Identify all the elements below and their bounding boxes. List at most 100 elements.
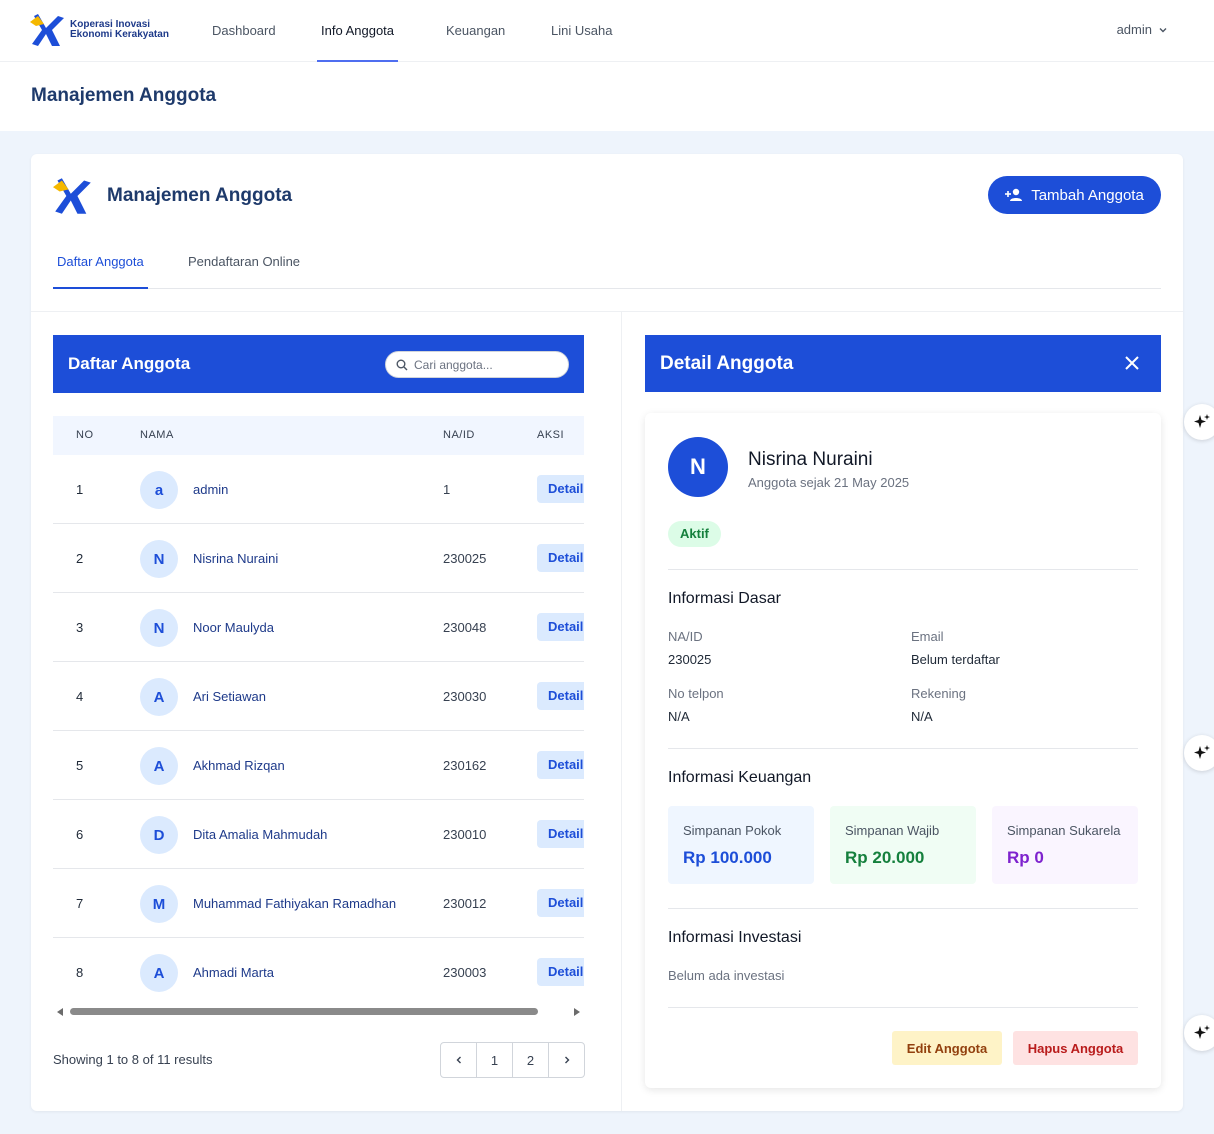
- member-name[interactable]: Noor Maulyda: [193, 620, 274, 635]
- table-header: NO NAMA NA/ID AKSI: [53, 416, 584, 455]
- close-icon[interactable]: [1121, 352, 1143, 374]
- main-card: Manajemen Anggota Tambah Anggota Daftar …: [31, 154, 1183, 1111]
- search-input[interactable]: [414, 357, 554, 372]
- scroll-right-icon[interactable]: [574, 1008, 580, 1016]
- add-member-label: Tambah Anggota: [1031, 186, 1144, 204]
- table-row[interactable]: 5 A Akhmad Rizqan 230162 Detail: [53, 731, 584, 800]
- table-row[interactable]: 1 a admin 1 Detail: [53, 455, 584, 524]
- divider: [668, 569, 1138, 570]
- scrollbar-thumb[interactable]: [70, 1008, 538, 1015]
- member-name[interactable]: Ari Setiawan: [193, 689, 266, 704]
- member-naid: 230012: [443, 896, 487, 911]
- tab-daftar-anggota[interactable]: Daftar Anggota: [53, 244, 148, 289]
- detail-header: Detail Anggota: [645, 335, 1161, 392]
- table-row[interactable]: 6 D Dita Amalia Mahmudah 230010 Detail: [53, 800, 584, 869]
- detail-button[interactable]: Detail: [537, 613, 584, 641]
- col-nama[interactable]: NAMA: [140, 429, 174, 441]
- add-member-button[interactable]: Tambah Anggota: [988, 176, 1161, 214]
- divider: [668, 1007, 1138, 1008]
- member-name[interactable]: Nisrina Nuraini: [193, 551, 278, 566]
- panel-divider: [621, 312, 622, 1111]
- member-naid: 1: [443, 482, 451, 497]
- nav-lini-usaha[interactable]: Lini Usaha: [551, 0, 612, 62]
- detail-button[interactable]: Detail: [537, 820, 584, 848]
- section-divider: [31, 311, 1183, 312]
- ai-assist-button[interactable]: [1184, 1015, 1214, 1051]
- simpanan-sukarela-label: Simpanan Sukarela: [1007, 823, 1121, 838]
- search-box[interactable]: [385, 351, 569, 378]
- page-title: Manajemen Anggota: [31, 85, 217, 106]
- row-no: 5: [76, 758, 84, 773]
- member-name[interactable]: Dita Amalia Mahmudah: [193, 827, 327, 842]
- avatar: A: [140, 747, 178, 785]
- next-page-button[interactable]: [549, 1043, 584, 1077]
- member-name[interactable]: admin: [193, 482, 228, 497]
- ai-assist-button[interactable]: [1184, 735, 1214, 771]
- edit-member-button[interactable]: Edit Anggota: [892, 1031, 1002, 1065]
- member-naid: 230162: [443, 758, 487, 773]
- brand-line-2: Ekonomi Kerakyatan: [70, 29, 169, 40]
- pagination-summary: Showing 1 to 8 of 11 results: [53, 1052, 213, 1067]
- chevron-down-icon: [1159, 27, 1167, 32]
- horizontal-scrollbar[interactable]: [53, 1005, 584, 1019]
- member-avatar: N: [668, 437, 728, 497]
- nav-dashboard[interactable]: Dashboard: [212, 0, 276, 62]
- row-no: 1: [76, 482, 84, 497]
- email-label: Email: [911, 629, 944, 644]
- member-list-title: Daftar Anggota: [68, 354, 191, 373]
- detail-title: Detail Anggota: [660, 353, 794, 374]
- table-row[interactable]: 7 M Muhammad Fathiyakan Ramadhan 230012 …: [53, 869, 584, 938]
- naid-value: 230025: [668, 652, 712, 667]
- table-row[interactable]: 8 A Ahmadi Marta 230003 Detail: [53, 938, 584, 1007]
- detail-button[interactable]: Detail: [537, 544, 584, 572]
- top-navbar: Koperasi Inovasi Ekonomi Kerakyatan Dash…: [0, 0, 1214, 62]
- pagination: 1 2: [440, 1042, 585, 1078]
- row-no: 6: [76, 827, 84, 842]
- table-row[interactable]: 4 A Ari Setiawan 230030 Detail: [53, 662, 584, 731]
- detail-button[interactable]: Detail: [537, 475, 584, 503]
- brand-name: Koperasi Inovasi Ekonomi Kerakyatan: [70, 20, 169, 40]
- detail-button[interactable]: Detail: [537, 958, 584, 986]
- member-naid: 230010: [443, 827, 487, 842]
- row-no: 3: [76, 620, 84, 635]
- member-name[interactable]: Ahmadi Marta: [193, 965, 274, 980]
- basic-info-title: Informasi Dasar: [668, 590, 781, 607]
- user-menu[interactable]: admin: [1117, 22, 1168, 37]
- avatar: a: [140, 471, 178, 509]
- email-value: Belum terdaftar: [911, 652, 1000, 667]
- member-name[interactable]: Akhmad Rizqan: [193, 758, 285, 773]
- nav-info-anggota[interactable]: Info Anggota: [316, 0, 399, 62]
- status-badge: Aktif: [668, 521, 721, 547]
- divider: [668, 908, 1138, 909]
- avatar: N: [140, 609, 178, 647]
- delete-member-button[interactable]: Hapus Anggota: [1013, 1031, 1138, 1065]
- row-no: 4: [76, 689, 84, 704]
- col-naid[interactable]: NA/ID: [443, 429, 475, 441]
- nav-keuangan[interactable]: Keuangan: [446, 0, 505, 62]
- detail-button[interactable]: Detail: [537, 682, 584, 710]
- scroll-left-icon[interactable]: [57, 1008, 63, 1016]
- page-1-button[interactable]: 1: [477, 1043, 513, 1077]
- tab-pendaftaran-online[interactable]: Pendaftaran Online: [188, 244, 300, 289]
- sparkle-icon: [1194, 745, 1210, 759]
- row-no: 8: [76, 965, 84, 980]
- detail-button[interactable]: Detail: [537, 889, 584, 917]
- member-detail-card: N Nisrina Nuraini Anggota sejak 21 May 2…: [645, 413, 1161, 1088]
- prev-page-button[interactable]: [441, 1043, 477, 1077]
- naid-label: NA/ID: [668, 629, 703, 644]
- brand[interactable]: Koperasi Inovasi Ekonomi Kerakyatan: [30, 12, 169, 48]
- investment-empty-text: Belum ada investasi: [668, 968, 785, 983]
- col-no[interactable]: NO: [76, 429, 94, 441]
- ai-assist-button[interactable]: [1184, 404, 1214, 440]
- simpanan-wajib-label: Simpanan Wajib: [845, 823, 940, 838]
- member-name[interactable]: Muhammad Fathiyakan Ramadhan: [193, 896, 396, 911]
- detail-button[interactable]: Detail: [537, 751, 584, 779]
- page-2-button[interactable]: 2: [513, 1043, 549, 1077]
- table-row[interactable]: 3 N Noor Maulyda 230048 Detail: [53, 593, 584, 662]
- col-aksi: AKSI: [537, 429, 565, 441]
- table-row[interactable]: 2 N Nisrina Nuraini 230025 Detail: [53, 524, 584, 593]
- x-star-logo-icon: [30, 14, 64, 46]
- simpanan-pokok-value: Rp 100.000: [683, 848, 772, 867]
- avatar: A: [140, 678, 178, 716]
- avatar: M: [140, 885, 178, 923]
